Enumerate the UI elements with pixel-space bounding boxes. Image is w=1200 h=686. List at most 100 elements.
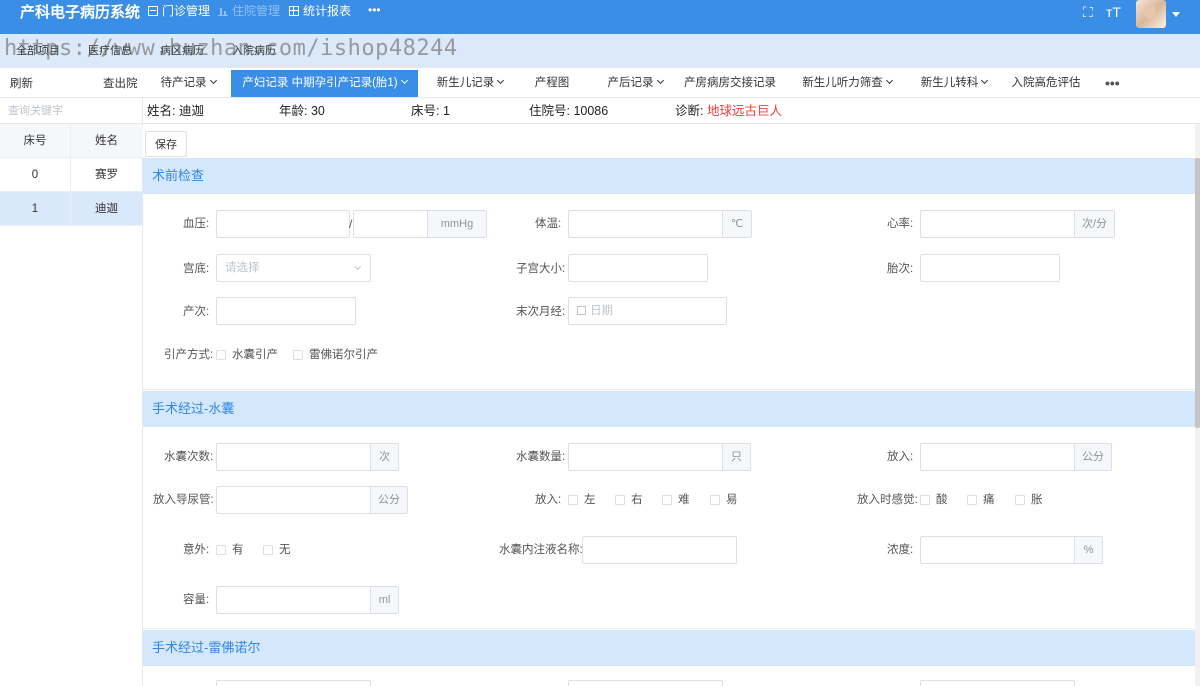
checkbox-label: 水囊引产 [232, 349, 278, 361]
checkbox-yes[interactable]: 有 [216, 543, 244, 557]
volume-label: 容量: [183, 594, 210, 606]
checkbox-box[interactable] [967, 495, 977, 505]
checkbox-box[interactable] [216, 545, 226, 555]
nav-inpatient[interactable]: 住院管理 [218, 4, 280, 18]
checkbox-easy[interactable]: 易 [710, 493, 738, 507]
bag-count-label: 水囊次数: [164, 451, 214, 463]
table-row[interactable]: 0 赛罗 [0, 158, 143, 192]
parity-label: 产次: [183, 306, 210, 318]
patient-bed: 床号: 1 [411, 104, 450, 118]
caret-down-icon[interactable] [1172, 12, 1180, 17]
concentration-input[interactable] [920, 536, 1075, 564]
section-header-rivanol: 手术经过-雷佛诺尔 [143, 630, 1195, 666]
checkbox-box[interactable] [662, 495, 672, 505]
catheter-unit: 公分 [370, 486, 408, 514]
checkbox-sore[interactable]: 酸 [920, 493, 948, 507]
checkbox-left[interactable]: 左 [568, 493, 596, 507]
checkbox-box[interactable] [1015, 495, 1025, 505]
checkbox-pain[interactable]: 痛 [967, 493, 995, 507]
tab-label: 产房病房交接记录 [684, 77, 776, 89]
heart-rate-label: 心率: [887, 218, 914, 230]
checkbox-box[interactable] [920, 495, 930, 505]
cell-name: 赛罗 [95, 169, 118, 181]
subtab-ward[interactable]: 病区病历 [160, 45, 204, 58]
rivanol-field-2[interactable] [568, 680, 723, 686]
checkbox-difficult[interactable]: 难 [662, 493, 690, 507]
checkbox-box[interactable] [568, 495, 578, 505]
uterus-size-input[interactable] [568, 254, 708, 282]
checkbox-box[interactable] [216, 350, 226, 360]
checkbox-swelling[interactable]: 胀 [1015, 493, 1043, 507]
avatar[interactable] [1136, 0, 1166, 28]
checkbox-box[interactable] [615, 495, 625, 505]
scrollbar-thumb[interactable] [1195, 158, 1200, 428]
bag-count-input[interactable] [216, 443, 371, 471]
subtab-medical[interactable]: 医疗信息 [88, 45, 132, 58]
table-row-selected[interactable]: 1 迪迦 [0, 192, 143, 226]
discharge-button[interactable]: 查出院 [103, 77, 138, 91]
bp-diastolic-input[interactable] [353, 210, 429, 238]
fullscreen-icon[interactable]: ⛶ [1083, 5, 1093, 19]
nav-reports-label: 统计报表 [303, 4, 352, 18]
tab-maternal-record[interactable]: 产妇记录 中期孕引产记录(胎1) [231, 70, 418, 97]
rivanol-field-3[interactable] [920, 680, 1075, 686]
column-header-name: 姓名 [95, 135, 118, 147]
tab-postpartum-record[interactable]: 产后记录 [598, 70, 672, 97]
diagnosis-label: 诊断: [675, 104, 707, 118]
parity-input[interactable] [216, 297, 356, 325]
checkbox-label: 无 [279, 544, 291, 556]
subtab-all[interactable]: 全部项目 [16, 45, 60, 58]
rivanol-field-1[interactable] [216, 680, 371, 686]
volume-unit: ml [370, 586, 399, 614]
insert-depth-input[interactable] [920, 443, 1075, 471]
section-divider [143, 628, 1195, 629]
subtab-admission[interactable]: 入院病历 [232, 45, 276, 58]
font-size-icon[interactable]: тT [1106, 5, 1121, 19]
sub-tab-bar: 全部项目 医疗信息 病区病历 入院病历 [0, 34, 1200, 68]
more-tabs-button[interactable]: ••• [1105, 70, 1120, 96]
insert-depth-unit: 公分 [1074, 443, 1112, 471]
chevron-down-icon [656, 76, 664, 85]
tab-hearing-screening[interactable]: 新生儿听力筛查 [797, 70, 897, 97]
catheter-input[interactable] [216, 486, 371, 514]
bp-label: 血压: [183, 218, 210, 230]
nav-more-button[interactable]: ••• [368, 3, 381, 17]
bar-chart-icon [218, 6, 228, 16]
lmp-date-picker[interactable]: 日期 [568, 297, 727, 325]
checkbox-no[interactable]: 无 [263, 543, 291, 557]
insert-label: 放入: [887, 451, 914, 463]
checkbox-box[interactable] [710, 495, 720, 505]
search-box [0, 98, 143, 124]
bag-qty-input[interactable] [568, 443, 723, 471]
cell-bed: 1 [0, 192, 71, 225]
fundus-select[interactable]: 请选择 [216, 254, 371, 282]
tab-partogram[interactable]: 产程图 [522, 70, 582, 97]
heart-rate-input[interactable] [920, 210, 1075, 238]
lmp-placeholder: 日期 [590, 305, 613, 317]
tab-risk-assessment[interactable]: 入院高危评估 [1006, 70, 1086, 97]
checkbox-label: 右 [631, 494, 643, 506]
app-title: 产科电子病历系统 [20, 4, 141, 21]
nav-outpatient[interactable]: 门诊管理 [148, 4, 210, 18]
checkbox-rivanol[interactable]: 雷佛诺尔引产 [293, 348, 378, 362]
checkbox-right[interactable]: 右 [615, 493, 643, 507]
tab-newborn-record[interactable]: 新生儿记录 [430, 70, 510, 97]
tab-labor-record[interactable]: 待产记录 [148, 70, 228, 97]
tab-newborn-transfer[interactable]: 新生儿转科 [914, 70, 994, 97]
checkbox-box[interactable] [293, 350, 303, 360]
tab-handover-record[interactable]: 产房病房交接记录 [680, 70, 780, 97]
save-button[interactable]: 保存 [145, 131, 187, 157]
refresh-button[interactable]: 刷新 [10, 77, 33, 91]
liquid-name-input[interactable] [582, 536, 737, 564]
bp-systolic-input[interactable] [216, 210, 350, 238]
chevron-down-icon [400, 76, 408, 85]
temperature-input[interactable] [568, 210, 723, 238]
chevron-down-icon [209, 76, 217, 85]
nav-reports[interactable]: 统计报表 [289, 4, 351, 18]
uterus-size-label: 子宫大小: [516, 263, 566, 275]
volume-input[interactable] [216, 586, 371, 614]
gravidity-input[interactable] [920, 254, 1060, 282]
search-input[interactable] [0, 98, 143, 123]
checkbox-box[interactable] [263, 545, 273, 555]
checkbox-water-bag[interactable]: 水囊引产 [216, 348, 278, 362]
